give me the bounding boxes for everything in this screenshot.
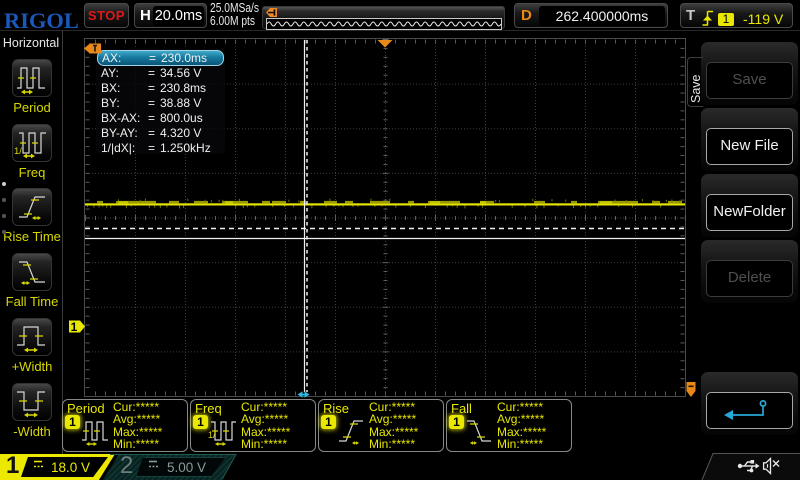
svg-text:1/: 1/ [208, 430, 216, 440]
svg-text:1: 1 [71, 320, 78, 334]
svg-text:1/: 1/ [14, 146, 22, 157]
